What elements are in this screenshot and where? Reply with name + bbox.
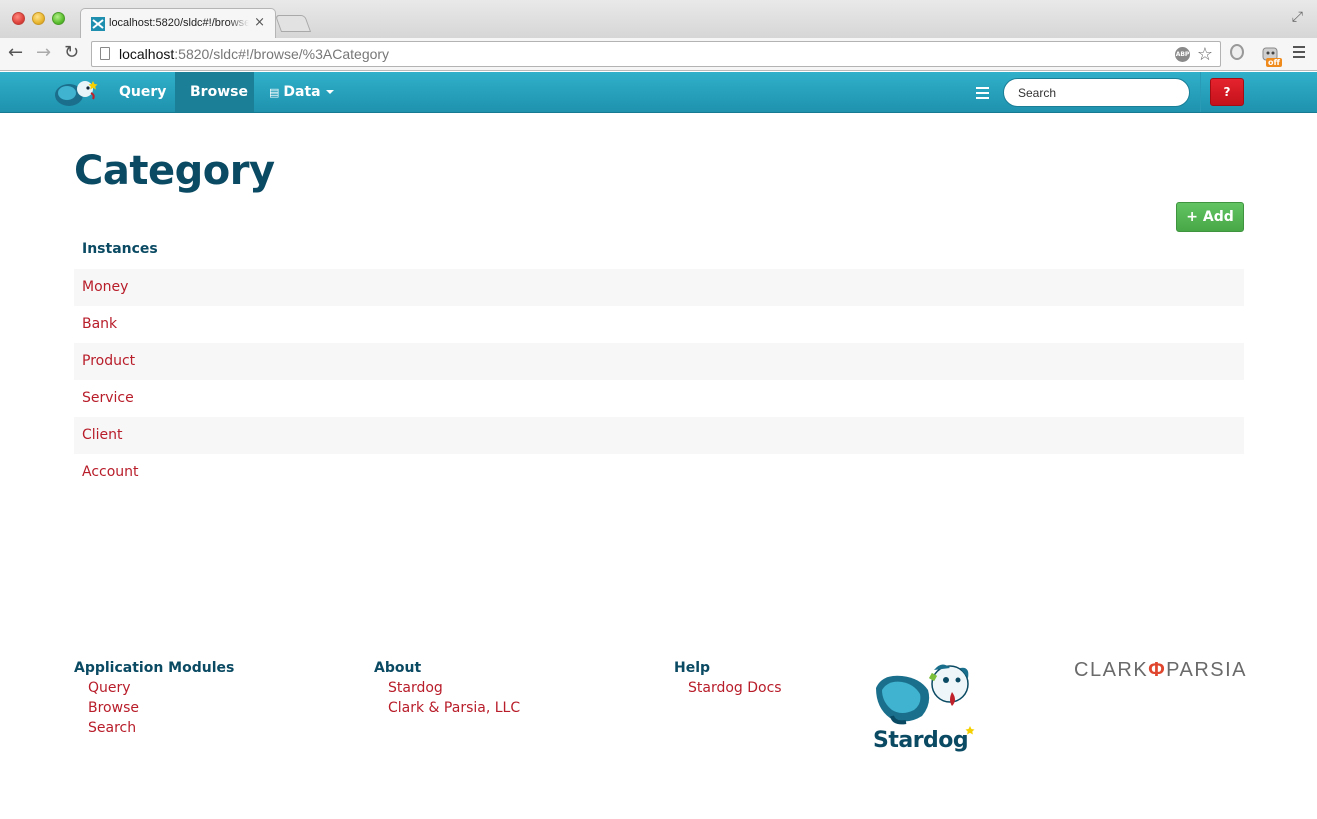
footer-application-modules: Application Modules Query Browse Search	[74, 660, 234, 738]
plus-icon: +	[1186, 209, 1198, 225]
list-item: Account	[74, 454, 1244, 491]
new-tab-button[interactable]	[274, 15, 312, 32]
tab-close-icon[interactable]: ×	[254, 15, 265, 30]
instance-link-client[interactable]: Client	[82, 427, 123, 443]
add-button[interactable]: + Add	[1176, 202, 1244, 232]
browser-toolbar: ← → ↻ localhost:5820/sldc#!/browse/%3ACa…	[0, 38, 1317, 71]
list-item: Money	[74, 269, 1244, 306]
minimize-window-button[interactable]	[32, 12, 45, 25]
footer-heading: Help	[674, 660, 711, 676]
url-text[interactable]: localhost:5820/sldc#!/browse/%3ACategory	[119, 46, 389, 62]
url-host: localhost	[119, 46, 175, 62]
page-title: Category	[74, 148, 275, 194]
list-item: Bank	[74, 306, 1244, 343]
stardog-brand-logo[interactable]	[53, 77, 101, 109]
footer-about: About Stardog Clark & Parsia, LLC	[374, 660, 520, 718]
clark-parsia-left: CLARK	[1074, 659, 1149, 681]
clark-parsia-logo: CLARKΦPARSIA	[1074, 659, 1247, 682]
instances-header: Instances	[82, 241, 158, 257]
footer-heading: Application Modules	[74, 660, 235, 676]
extension-icon[interactable]	[1230, 44, 1244, 60]
list-item: Product	[74, 343, 1244, 380]
list-item: Service	[74, 380, 1244, 417]
nav-data-dropdown[interactable]: ▤ Data	[254, 72, 349, 112]
clark-parsia-mark-icon: Φ	[1148, 659, 1167, 681]
address-bar[interactable]: localhost:5820/sldc#!/browse/%3ACategory…	[91, 41, 1221, 67]
forward-arrow-icon[interactable]: →	[36, 43, 51, 63]
footer-link-stardog-docs[interactable]: Stardog Docs	[688, 680, 782, 696]
footer-heading: About	[374, 660, 422, 676]
instance-link-money[interactable]: Money	[82, 279, 128, 295]
help-button[interactable]: ?	[1210, 78, 1244, 106]
chevron-down-icon	[325, 90, 334, 94]
browser-titlebar: localhost:5820/sldc#!/browse/%3ACategory…	[0, 0, 1317, 38]
stardog-favicon-icon	[91, 17, 105, 31]
clark-parsia-right: PARSIA	[1166, 659, 1247, 681]
stardog-wordmark: Stardog	[873, 728, 969, 753]
instance-link-bank[interactable]: Bank	[82, 316, 117, 332]
url-path: :5820/sldc#!/browse/%3ACategory	[174, 46, 390, 62]
footer-link-search[interactable]: Search	[88, 720, 136, 736]
footer-link-query[interactable]: Query	[88, 680, 131, 696]
fullscreen-icon[interactable]: ⤢	[1292, 9, 1303, 25]
add-button-label: Add	[1202, 209, 1234, 225]
footer-link-browse[interactable]: Browse	[88, 700, 139, 716]
footer-link-stardog[interactable]: Stardog	[388, 680, 443, 696]
app-navbar: Query Browse ▤Data ?	[0, 72, 1317, 113]
search-input[interactable]	[1003, 78, 1190, 107]
instance-link-service[interactable]: Service	[82, 390, 134, 406]
instances-list: Money Bank Product Service Client Accoun…	[74, 269, 1244, 491]
menu-icon[interactable]	[976, 87, 989, 102]
page-icon	[100, 47, 110, 60]
back-arrow-icon[interactable]: ←	[8, 43, 23, 63]
reload-icon[interactable]: ↻	[64, 43, 79, 63]
list-item: Client	[74, 417, 1244, 454]
zoom-window-button[interactable]	[52, 12, 65, 25]
instance-link-product[interactable]: Product	[82, 353, 135, 369]
database-icon: ▤	[269, 86, 280, 99]
extension-off-badge: off	[1266, 58, 1282, 67]
browser-tab[interactable]: localhost:5820/sldc#!/browse/%3ACategory…	[80, 8, 276, 38]
adblock-icon[interactable]: ABP	[1175, 47, 1190, 62]
tab-title: localhost:5820/sldc#!/browse/%3ACategory	[109, 17, 249, 29]
nav-data-label: Data	[283, 84, 321, 100]
instance-link-account[interactable]: Account	[82, 464, 139, 480]
navbar-divider	[1200, 72, 1201, 112]
close-window-button[interactable]	[12, 12, 25, 25]
nav-browse[interactable]: Browse	[175, 72, 254, 112]
footer-help: Help Stardog Docs	[674, 660, 782, 698]
nav-query[interactable]: Query	[104, 72, 181, 112]
footer-link-clark-parsia[interactable]: Clark & Parsia, LLC	[388, 700, 520, 716]
chrome-menu-icon[interactable]	[1293, 46, 1305, 61]
bookmark-star-icon[interactable]: ☆	[1197, 44, 1213, 65]
